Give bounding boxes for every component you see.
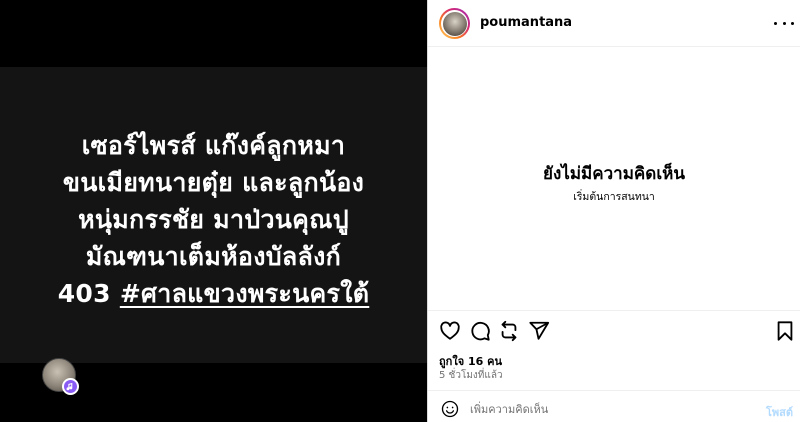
post-comment-button[interactable]: โพสต์ xyxy=(766,403,793,421)
comments-area: ยังไม่มีความคิดเห็น เริ่มต้นการสนทนา xyxy=(428,47,800,310)
caption-line: เซอร์ไพรส์ แก๊งค์ลูกหมา xyxy=(81,131,346,160)
divider xyxy=(428,310,800,311)
send-icon[interactable] xyxy=(528,320,550,342)
bookmark-icon[interactable] xyxy=(774,320,796,342)
comment-input[interactable] xyxy=(470,398,740,420)
music-note-icon xyxy=(62,378,79,395)
post-header: poumantana xyxy=(428,0,800,47)
caption-line: มัณฑนาเต็มห้องบัลลังก์ xyxy=(85,242,342,271)
caption-line-last: 403 #ศาลแขวงพระนครใต้ xyxy=(0,275,427,312)
caption-line: ขนเมียทนายตุ๋ย และลูกน้อง xyxy=(62,168,365,197)
empty-comments-subtitle: เริ่มต้นการสนทนา xyxy=(573,191,655,203)
caption-hashtag: #ศาลแขวงพระนครใต้ xyxy=(119,279,370,308)
avatar[interactable] xyxy=(439,8,470,39)
post-timestamp[interactable]: 5 ชั่วโมงที่แล้ว xyxy=(439,368,503,383)
heart-icon[interactable] xyxy=(439,320,461,342)
post-image[interactable]: เซอร์ไพรส์ แก๊งค์ลูกหมา ขนเมียทนายตุ๋ย แ… xyxy=(0,67,427,395)
post-side-panel: poumantana ยังไม่มีความคิดเห็น เริ่มต้นก… xyxy=(428,0,800,422)
empty-comments-title: ยังไม่มีความคิดเห็น xyxy=(543,164,685,184)
share-icon[interactable] xyxy=(498,320,520,342)
more-horizontal-icon[interactable] xyxy=(774,15,794,31)
post-image-text: เซอร์ไพรส์ แก๊งค์ลูกหมา ขนเมียทนายตุ๋ย แ… xyxy=(0,127,427,312)
username-link[interactable]: poumantana xyxy=(480,15,572,30)
emoji-icon[interactable] xyxy=(441,400,459,418)
post-media[interactable]: เซอร์ไพรส์ แก๊งค์ลูกหมา ขนเมียทนายตุ๋ย แ… xyxy=(0,0,427,422)
divider xyxy=(428,390,800,391)
caption-number: 403 xyxy=(57,279,120,308)
comment-icon[interactable] xyxy=(469,320,491,342)
caption-line: หนุ่มกรรชัย มาป่วนคุณปู xyxy=(78,205,349,234)
